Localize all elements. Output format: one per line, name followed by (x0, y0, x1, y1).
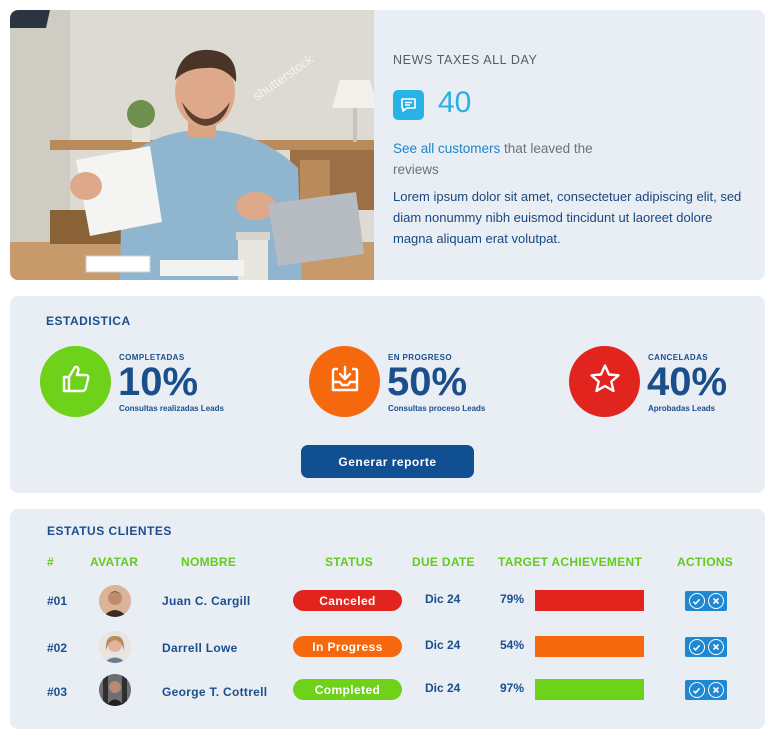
target-percent: 79% (500, 592, 525, 606)
header-name: NOMBRE (181, 555, 237, 569)
clients-title: ESTATUS CLIENTES (47, 524, 172, 538)
news-info: NEWS TAXES ALL DAY 40 See all customers … (393, 10, 758, 280)
news-description: Lorem ipsum dolor sit amet, consectetuer… (393, 189, 742, 246)
status-badge: Canceled (293, 590, 402, 611)
reject-icon[interactable] (707, 682, 724, 698)
target-bar-fill (535, 679, 644, 700)
header-actions: ACTIONS (677, 555, 734, 569)
status-badge: Completed (293, 679, 402, 700)
stat-subtitle: Consultas realizadas Leads (119, 404, 224, 413)
hero-photo: shutterstock (10, 10, 374, 280)
star-icon (588, 362, 622, 401)
header-status: STATUS (325, 555, 374, 569)
status-badge: In Progress (293, 636, 402, 657)
stat-value: 10% (118, 360, 199, 404)
header-due-date: DUE DATE (412, 555, 475, 569)
target-bar (535, 636, 644, 657)
clients-status-card: ESTATUS CLIENTES # AVATAR NOMBRE STATUS … (10, 509, 765, 729)
target-percent: 54% (500, 638, 525, 652)
client-name: Juan C. Cargill (162, 594, 251, 608)
client-name: Darrell Lowe (162, 641, 238, 655)
target-bar-fill (535, 636, 644, 657)
header-target-achievement: TARGET ACHIEVEMENT (498, 555, 643, 569)
row-number: #03 (47, 685, 68, 699)
stat-value: 50% (387, 360, 468, 404)
news-card: shutterstock NEWS TAXES ALL DAY 40 See a… (10, 10, 765, 280)
news-title: NEWS TAXES ALL DAY (393, 53, 538, 67)
target-bar (535, 679, 644, 700)
row-number: #01 (47, 594, 68, 608)
approve-icon[interactable] (688, 593, 705, 609)
stat-value: 40% (647, 360, 728, 404)
target-percent: 97% (500, 681, 525, 695)
target-bar-fill (535, 590, 644, 611)
approve-icon[interactable] (688, 639, 705, 655)
avatar (99, 585, 131, 617)
statistics-card: ESTADISTICA COMPLETADAS 10% Consultas re… (10, 296, 765, 493)
row-actions (685, 591, 727, 611)
reject-icon[interactable] (707, 593, 724, 609)
thumbs-up-icon (59, 362, 93, 401)
header-number: # (47, 555, 54, 569)
stat-circle (569, 346, 640, 417)
avatar (99, 631, 131, 663)
due-date: Dic 24 (425, 638, 461, 652)
row-actions (685, 680, 727, 700)
stat-circle (40, 346, 111, 417)
generate-report-button[interactable]: Generar reporte (301, 445, 474, 478)
reviews-text: See all customers that leaved the review… (393, 138, 593, 180)
stat-circle (309, 346, 380, 417)
target-bar (535, 590, 644, 611)
row-actions (685, 637, 727, 657)
stat-subtitle: Consultas proceso Leads (388, 404, 486, 413)
inbox-download-icon (329, 363, 361, 400)
row-number: #02 (47, 641, 68, 655)
approve-icon[interactable] (688, 682, 705, 698)
review-count: 40 (438, 86, 472, 119)
due-date: Dic 24 (425, 592, 461, 606)
client-name: George T. Cottrell (162, 685, 268, 699)
stat-subtitle: Aprobadas Leads (648, 404, 716, 413)
avatar (99, 674, 131, 706)
header-avatar: AVATAR (90, 555, 139, 569)
photo-illustration (10, 10, 374, 280)
reject-icon[interactable] (707, 639, 724, 655)
chat-icon (393, 90, 424, 120)
statistics-title: ESTADISTICA (46, 314, 131, 328)
see-all-customers-link[interactable]: See all customers (393, 141, 500, 156)
due-date: Dic 24 (425, 681, 461, 695)
table-row: #02 Darrell Lowe In Progress Dic 24 54% (10, 630, 765, 664)
table-row: #01 Juan C. Cargill Canceled Dic 24 79% (10, 584, 765, 618)
table-row: #03 George T. Cottrell Completed Dic 24 … (10, 673, 765, 707)
